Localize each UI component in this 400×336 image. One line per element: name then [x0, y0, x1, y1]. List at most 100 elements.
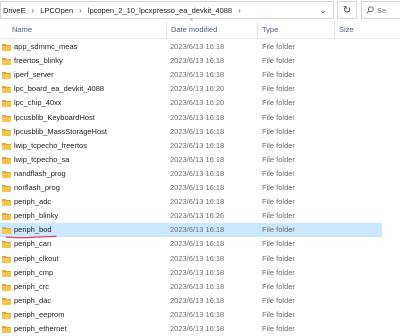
column-size[interactable]: Size: [334, 21, 392, 38]
file-name: periph_ethernet: [14, 324, 67, 333]
refresh-icon: ↻: [342, 4, 352, 16]
folder-icon: [2, 100, 11, 108]
file-row[interactable]: nandflash_prog 2023/6/13 16:18 File folder: [0, 167, 382, 181]
breadcrumb[interactable]: DriveE › LPCOpen › lpcopen_2_10_lpcxpres…: [0, 1, 334, 19]
file-name: lwip_tcpecho_sa: [14, 154, 70, 164]
breadcrumb-item-current[interactable]: lpcopen_2_10_lpcxpresso_ea_devkit_4088: [88, 6, 232, 15]
folder-icon: [2, 86, 11, 94]
file-type: File folder: [262, 211, 295, 221]
breadcrumb-separator-icon[interactable]: ›: [238, 6, 241, 15]
folder-icon: [2, 255, 11, 263]
folder-icon: [2, 241, 11, 249]
file-type: File folder: [262, 98, 295, 108]
file-name: lpc_board_ea_devkit_4088: [14, 84, 105, 94]
file-name: norflash_prog: [14, 183, 60, 192]
file-type: File folder: [262, 267, 295, 277]
file-type: File folder: [262, 84, 295, 94]
file-date-modified: 2023/6/13 16:18: [170, 267, 225, 277]
file-name: lpcusblib_MassStorageHost: [14, 126, 107, 136]
folder-icon: [2, 227, 11, 235]
file-row[interactable]: app_sdmmc_meas 2023/6/13 16:18 File folder: [0, 40, 382, 54]
file-date-modified: 2023/6/13 16:20: [170, 84, 225, 94]
file-date-modified: 2023/6/13 16:18: [170, 225, 225, 235]
breadcrumb-separator-icon[interactable]: ›: [32, 6, 35, 15]
folder-icon: [2, 185, 11, 192]
file-date-modified: 2023/6/13 16:18: [170, 112, 225, 122]
file-date-modified: 2023/6/13 16:18: [170, 168, 225, 178]
file-row[interactable]: lpcusblib_KeyboardHost 2023/6/13 16:18 Fil…: [0, 111, 382, 125]
refresh-button[interactable]: ↻: [337, 1, 357, 19]
file-name: periph_blinky: [14, 211, 59, 221]
folder-icon: [2, 114, 11, 122]
file-type: File folder: [262, 239, 295, 249]
file-date-modified: 2023/6/13 16:20: [170, 98, 225, 108]
file-row[interactable]: periph_dac 2023/6/13 16:18 File folder: [0, 294, 382, 308]
file-row[interactable]: periph_crc 2023/6/13 16:18 File folder: [0, 280, 382, 294]
file-date-modified: 2023/6/13 16:18: [170, 42, 225, 51]
file-type: File folder: [262, 197, 295, 207]
file-date-modified: 2023/6/13 16:18: [170, 239, 225, 249]
file-date-modified: 2023/6/13 16:18: [170, 56, 225, 66]
file-row[interactable]: periph_can 2023/6/13 16:18 File folder: [0, 237, 382, 251]
file-row[interactable]: lpc_board_ea_devkit_4088 2023/6/13 16:20 F…: [0, 82, 382, 96]
file-row[interactable]: periph_clkout 2023/6/13 16:18 File folder: [0, 252, 382, 266]
search-box[interactable]: [361, 1, 400, 19]
folder-icon: [2, 128, 11, 136]
file-type: File folder: [262, 309, 295, 319]
folder-icon: [2, 269, 11, 277]
column-type[interactable]: Type: [257, 21, 335, 38]
address-bar: DriveE › LPCOpen › lpcopen_2_10_lpcxpres…: [0, 0, 400, 21]
file-name: periph_adc: [14, 197, 52, 207]
file-row[interactable]: periph_cmp 2023/6/13 16:18 File folder: [0, 266, 382, 280]
breadcrumb-item-drive[interactable]: DriveE: [3, 6, 26, 15]
file-date-modified: 2023/6/13 16:18: [170, 309, 225, 319]
folder-icon: [2, 142, 11, 150]
file-type: File folder: [262, 112, 295, 122]
file-row[interactable]: lpcusblib_MassStorageHost 2023/6/13 16:18…: [0, 125, 382, 139]
folder-icon: [2, 199, 11, 207]
file-row[interactable]: periph_adc 2023/6/13 16:18 File folder: [0, 195, 382, 209]
file-name: lpcusblib_KeyboardHost: [14, 112, 95, 122]
file-date-modified: 2023/6/13 16:18: [170, 154, 225, 164]
file-row[interactable]: iperf_server 2023/6/13 16:18 File folder: [0, 68, 382, 82]
file-row[interactable]: periph_blinky 2023/6/13 16:26 File folder: [0, 209, 382, 223]
search-input[interactable]: [377, 5, 399, 15]
file-date-modified: 2023/6/13 16:18: [170, 281, 225, 291]
file-row[interactable]: lpc_chip_40xx 2023/6/13 16:20 File folder: [0, 96, 382, 110]
file-date-modified: 2023/6/13 16:18: [170, 197, 225, 207]
file-date-modified: 2023/6/13 16:18: [170, 253, 225, 263]
file-row[interactable]: norflash_prog 2023/6/13 16:18 File folder: [0, 181, 382, 195]
search-icon: [366, 6, 374, 14]
file-name: lpc_chip_40xx: [14, 98, 62, 108]
folder-icon: [2, 283, 11, 291]
folder-icon: [2, 72, 11, 80]
file-date-modified: 2023/6/13 16:26: [170, 211, 225, 221]
folder-icon: [2, 213, 11, 221]
file-row[interactable]: periph_eeprom 2023/6/13 16:18 File folder: [0, 308, 382, 322]
file-row[interactable]: freertos_blinky 2023/6/13 16:18 File folde…: [0, 54, 382, 68]
file-name: lwip_tcpecho_freertos: [14, 140, 87, 150]
file-row[interactable]: lwip_tcpecho_freertos 2023/6/13 16:18 File…: [0, 139, 382, 153]
file-type: File folder: [262, 281, 295, 291]
file-date-modified: 2023/6/13 16:18: [170, 183, 225, 192]
breadcrumb-item-lpcopen[interactable]: LPCOpen: [40, 6, 73, 15]
file-name: nandflash_prog: [14, 168, 66, 178]
file-type: File folder: [262, 168, 295, 178]
file-type: File folder: [262, 225, 295, 235]
folder-icon: [2, 58, 11, 66]
file-row[interactable]: periph_ethernet 2023/6/13 16:18 File folde…: [0, 322, 382, 336]
breadcrumb-separator-icon[interactable]: ›: [79, 6, 82, 15]
file-type: File folder: [262, 324, 295, 333]
address-dropdown-button[interactable]: ⌄: [314, 3, 332, 17]
column-date-modified[interactable]: Date modified: [166, 21, 258, 38]
file-row[interactable]: lwip_tcpecho_sa 2023/6/13 16:18 File folde…: [0, 153, 382, 167]
file-row[interactable]: periph_bod 2023/6/13 16:18 File folder: [0, 223, 382, 239]
vertical-scrollbar[interactable]: [392, 40, 400, 303]
file-name: periph_can: [14, 239, 52, 249]
file-type: File folder: [262, 154, 295, 164]
file-name: periph_crc: [14, 281, 50, 291]
file-name: periph_dac: [14, 295, 52, 305]
folder-icon: [2, 156, 11, 164]
column-header: ^ Name Date modified Type Size: [0, 19, 400, 39]
column-name[interactable]: Name: [8, 21, 168, 38]
